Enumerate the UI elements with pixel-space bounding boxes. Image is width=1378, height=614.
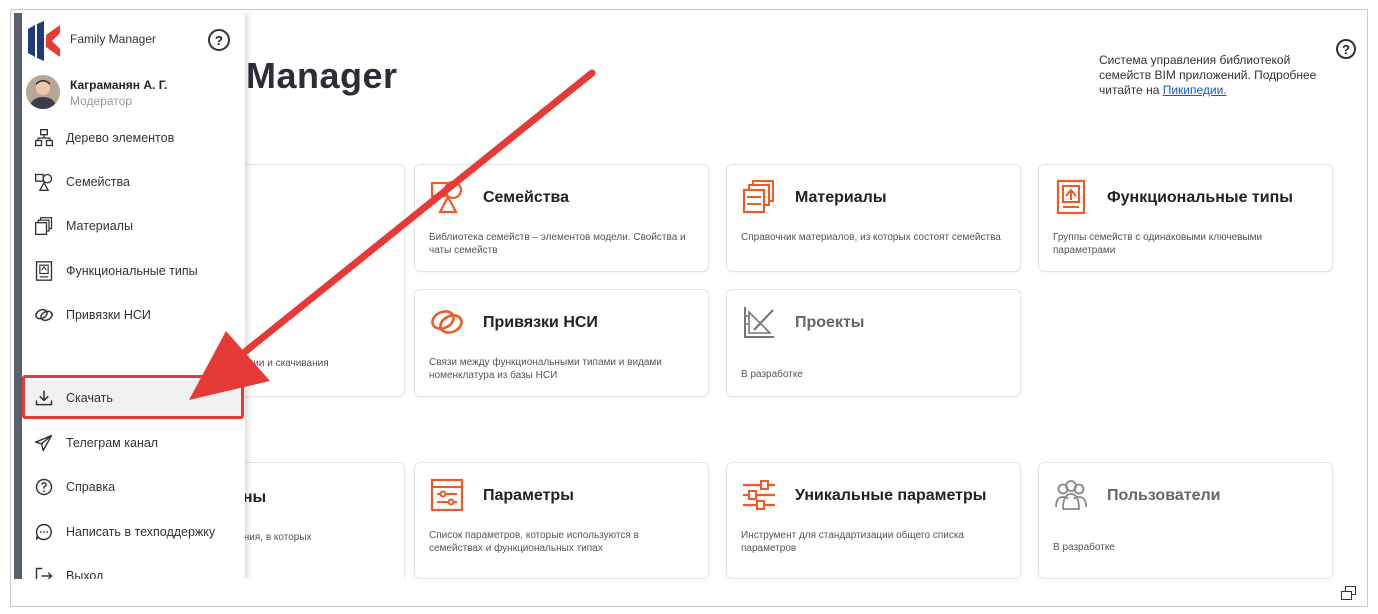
parameters-window-icon bbox=[430, 478, 464, 512]
layers-icon bbox=[32, 214, 56, 238]
card-functional-types[interactable]: Функциональные типы Группы семейств с од… bbox=[1038, 164, 1333, 272]
user-name: Каграманян А. Г. bbox=[70, 78, 168, 92]
app-name: Family Manager bbox=[70, 32, 157, 46]
sidebar-item-telegram[interactable]: Телеграм канал bbox=[22, 425, 245, 461]
intro-text: Система управления библиотекой семейств … bbox=[1099, 53, 1317, 97]
expand-icon[interactable] bbox=[1341, 586, 1357, 600]
card-parameters[interactable]: Параметры Список параметров, которые исп… bbox=[414, 462, 709, 579]
wiki-link[interactable]: Пикипедии. bbox=[1163, 83, 1227, 97]
layers-icon bbox=[742, 180, 774, 214]
card-materials[interactable]: Материалы Справочник материалов, из кото… bbox=[726, 164, 1021, 272]
link-icon bbox=[431, 310, 463, 334]
app-logo bbox=[28, 21, 60, 61]
annotation-highlight-box bbox=[22, 375, 244, 419]
chat-icon bbox=[32, 520, 56, 544]
sidebar-item-families[interactable]: Семейства bbox=[22, 164, 245, 200]
page-title: Manager bbox=[246, 55, 398, 96]
screenshot: Manager ? Система управления библиотекой… bbox=[14, 13, 1366, 579]
card-users[interactable]: Пользователи В разработке bbox=[1038, 462, 1333, 579]
type-card-icon bbox=[32, 259, 56, 283]
left-edge-bar bbox=[14, 13, 22, 579]
sidebar-item-functional-types[interactable]: Функциональные типы bbox=[22, 253, 245, 289]
ruler-pencil-icon bbox=[744, 307, 774, 338]
avatar[interactable] bbox=[26, 75, 60, 109]
shapes-icon bbox=[32, 170, 56, 194]
sidebar-item-materials[interactable]: Материалы bbox=[22, 208, 245, 244]
help-icon[interactable]: ? bbox=[208, 29, 230, 51]
send-icon bbox=[32, 431, 56, 455]
shapes-icon bbox=[430, 180, 463, 214]
type-card-icon bbox=[1056, 179, 1086, 215]
user-photo bbox=[26, 75, 60, 109]
sidebar-item-nsi-links[interactable]: Привязки НСИ bbox=[22, 297, 245, 333]
user-role: Модератор bbox=[70, 94, 133, 108]
sliders-icon bbox=[743, 480, 775, 510]
card-families[interactable]: Семейства Библиотека семейств – элементо… bbox=[414, 164, 709, 272]
sidebar-item-support[interactable]: Написать в техподдержку bbox=[22, 514, 245, 550]
link-icon bbox=[32, 303, 56, 327]
sidebar: Family Manager ? Каграманян А. Г. Модера… bbox=[22, 13, 245, 579]
card-projects[interactable]: Проекты В разработке bbox=[726, 289, 1021, 397]
tree-icon bbox=[32, 126, 56, 150]
sidebar-item-tree[interactable]: Дерево элементов bbox=[22, 120, 245, 156]
users-icon bbox=[1055, 480, 1087, 510]
sidebar-item-help[interactable]: Справка bbox=[22, 469, 245, 505]
logout-icon bbox=[32, 564, 56, 579]
card-unique-parameters[interactable]: Уникальные параметры Инструмент для стан… bbox=[726, 462, 1021, 579]
card-nsi-links[interactable]: Привязки НСИ Связи между функциональными… bbox=[414, 289, 709, 397]
help-icon bbox=[32, 475, 56, 499]
sidebar-item-logout[interactable]: Выход bbox=[22, 558, 245, 579]
